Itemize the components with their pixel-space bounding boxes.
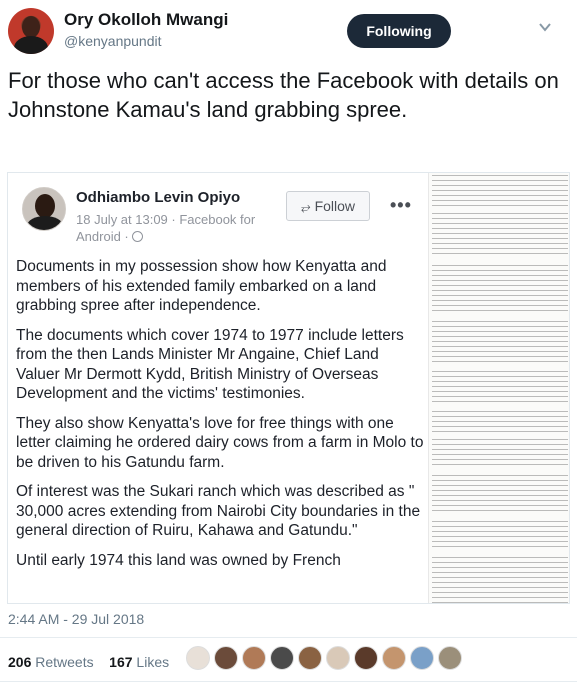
post-paragraph: Of interest was the Sukari ranch which w… — [16, 483, 421, 539]
post-paragraph: Until early 1974 this land was owned by … — [16, 551, 341, 569]
liker-avatar[interactable] — [214, 646, 238, 670]
post-paragraph: Documents in my possession show how Keny… — [16, 258, 387, 314]
facebook-post-screenshot: Odhiambo Levin Opiyo 18 July at 13:09 · … — [8, 173, 428, 603]
likes-label: Likes — [136, 654, 170, 670]
following-button[interactable]: Following — [347, 14, 451, 48]
liker-avatar[interactable] — [438, 646, 462, 670]
liker-avatar[interactable] — [354, 646, 378, 670]
divider — [0, 637, 577, 638]
post-follow-button: ⥂ Follow — [286, 191, 370, 221]
likes-count: 167 — [109, 654, 133, 670]
user-avatar[interactable] — [8, 8, 54, 54]
liker-avatar[interactable] — [382, 646, 406, 670]
post-meta-line2: Android · — [76, 229, 129, 244]
liker-avatar[interactable] — [270, 646, 294, 670]
tweet-timestamp[interactable]: 2:44 AM - 29 Jul 2018 — [8, 611, 144, 627]
post-meta-line1: 18 July at 13:09 · Facebook for — [76, 212, 256, 227]
likes-stat[interactable]: 167 Likes — [109, 654, 169, 670]
document-scan-image — [428, 173, 569, 603]
post-author-name: Odhiambo Levin Opiyo — [76, 189, 241, 206]
retweets-count: 206 — [8, 654, 32, 670]
liker-avatar[interactable] — [326, 646, 350, 670]
post-follow-label: Follow — [314, 198, 356, 214]
tweet-stats: 206 Retweets 167 Likes — [8, 654, 169, 670]
divider — [0, 681, 577, 682]
tweet-header: Ory Okolloh Mwangi @kenyanpundit Followi… — [0, 0, 577, 62]
post-author-avatar — [22, 187, 66, 231]
chevron-down-icon[interactable] — [536, 18, 554, 36]
liker-avatar[interactable] — [242, 646, 266, 670]
post-meta: 18 July at 13:09 · Facebook for Android … — [76, 211, 276, 245]
liker-avatar[interactable] — [186, 646, 210, 670]
rss-icon: ⥂ — [300, 200, 311, 214]
post-body: Documents in my possession show how Keny… — [16, 257, 424, 580]
liker-avatar[interactable] — [298, 646, 322, 670]
post-paragraph: They also show Kenyatta's love for free … — [16, 414, 424, 471]
user-handle[interactable]: @kenyanpundit — [64, 33, 162, 49]
retweets-stat[interactable]: 206 Retweets — [8, 654, 94, 670]
tweet-text: For those who can't access the Facebook … — [8, 68, 559, 122]
tweet-media-image[interactable]: Odhiambo Levin Opiyo 18 July at 13:09 · … — [7, 172, 570, 604]
retweets-label: Retweets — [35, 654, 94, 670]
display-name[interactable]: Ory Okolloh Mwangi — [64, 10, 228, 30]
post-paragraph: The documents which cover 1974 to 1977 i… — [16, 326, 404, 403]
globe-icon — [132, 231, 144, 242]
liker-avatar[interactable] — [410, 646, 434, 670]
more-options-icon: ••• — [390, 195, 412, 215]
